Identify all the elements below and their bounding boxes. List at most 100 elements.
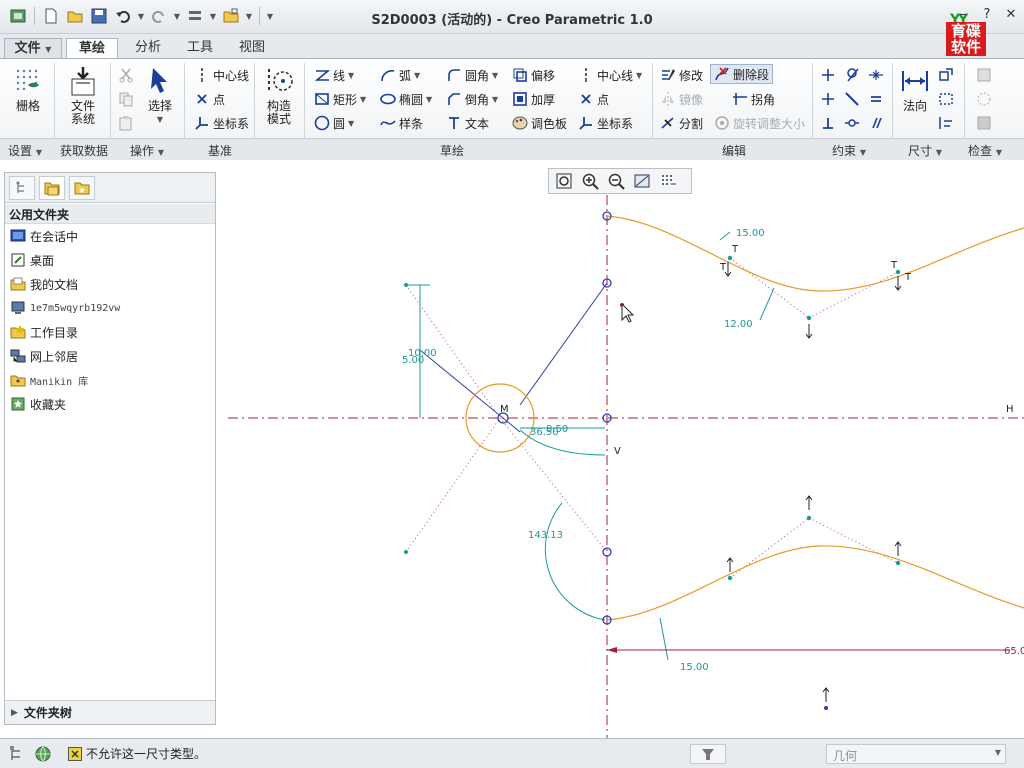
arc-icon — [381, 70, 395, 82]
delete-segment-button[interactable]: 删除段 — [710, 64, 774, 84]
perpendicular-constraint-button[interactable] — [820, 113, 836, 133]
text-button[interactable]: 文本 — [446, 113, 489, 133]
sketch-centerline-button[interactable]: 中心线 ▼ — [578, 65, 642, 85]
help-icon[interactable]: ? — [980, 8, 994, 22]
favorites-icon — [11, 397, 25, 411]
circle-button[interactable]: 圆 ▼ — [314, 113, 354, 133]
folder-working-directory[interactable]: 工作目录 — [10, 322, 78, 342]
mirror-button[interactable]: 镜像 — [660, 89, 703, 109]
palette-button[interactable]: 调色板 — [512, 113, 567, 133]
sketch-graphics[interactable]: 15.00 12.00 15.00 10.00 5.00 143.13 36.5… — [218, 160, 1024, 738]
browser-toggle-icon[interactable] — [34, 745, 52, 763]
tangent-constraint-button[interactable] — [844, 65, 860, 85]
overlap-check-button[interactable] — [976, 65, 992, 85]
thicken-button[interactable]: 加厚 — [512, 89, 555, 109]
sketch-coordsys-button[interactable]: 坐标系 — [578, 113, 633, 133]
shade-closed-loops-button[interactable] — [976, 113, 992, 133]
common-folders-header: 公用文件夹 — [5, 204, 215, 224]
cut-button[interactable] — [118, 65, 134, 85]
copy-button[interactable] — [118, 89, 134, 109]
baseline-dimension-button[interactable] — [938, 113, 954, 133]
file-system-button[interactable]: 文件 系统 — [62, 65, 104, 126]
ellipse-button[interactable]: 椭圆 ▼ — [380, 89, 432, 109]
sketch-canvas[interactable]: 15.00 12.00 15.00 10.00 5.00 143.13 36.5… — [218, 160, 1024, 738]
paste-icon — [119, 116, 132, 131]
folder-my-documents[interactable]: 我的文档 — [10, 274, 78, 294]
group-inspect[interactable]: 检查 ▼ — [968, 142, 1002, 159]
offset-button[interactable]: 偏移 — [512, 65, 555, 85]
fillet-button[interactable]: 圆角 ▼ — [446, 65, 498, 85]
construction-mode-button[interactable]: 构造 模式 — [260, 65, 298, 126]
group-sketching: 草绘 — [440, 144, 465, 158]
datum-point-button[interactable]: 点 — [194, 89, 225, 109]
sketch-point-button[interactable]: 点 — [578, 89, 609, 109]
zoom-out-button[interactable] — [605, 171, 627, 191]
sketch-view-button[interactable] — [631, 171, 653, 191]
group-setup[interactable]: 设置 ▼ — [8, 142, 42, 159]
tab-sketch[interactable]: 草绘 — [66, 38, 118, 58]
folder-browser-tab[interactable] — [39, 176, 65, 200]
graphics-toolbar — [548, 168, 692, 194]
datum-coordsys-button[interactable]: 坐标系 — [194, 113, 249, 133]
vertical-constraint-button[interactable] — [820, 65, 836, 85]
line-icon — [314, 70, 330, 81]
model-tree-tab[interactable] — [9, 176, 35, 200]
horizontal-constraint-button[interactable] — [820, 89, 836, 109]
line-button[interactable]: 线 ▼ — [314, 65, 354, 85]
rotate-resize-button[interactable]: 旋转调整大小 — [714, 113, 805, 133]
group-dimension[interactable]: 尺寸 ▼ — [908, 142, 942, 159]
tab-analysis[interactable]: 分析 — [124, 38, 172, 58]
zoom-in-button[interactable] — [579, 171, 601, 191]
folder-desktop[interactable]: 桌面 — [10, 250, 54, 270]
group-operations[interactable]: 操作 ▼ — [130, 142, 164, 159]
selection-filter-icon[interactable] — [690, 744, 726, 764]
sketcher-display-button[interactable] — [657, 171, 679, 191]
folder-tree-toggle[interactable]: ▶ 文件夹树 — [5, 700, 215, 724]
scissors-icon — [119, 68, 133, 83]
rectangle-button[interactable]: 矩形 ▼ — [314, 89, 366, 109]
folder-favorites[interactable]: 收藏夹 — [10, 394, 66, 414]
modify-button[interactable]: 修改 — [660, 65, 703, 85]
datum-centerline-button[interactable]: 中心线 — [194, 65, 249, 85]
arc-button[interactable]: 弧 ▼ — [380, 65, 420, 85]
folder-network[interactable]: 网上邻居 — [10, 346, 78, 366]
fillet-icon — [448, 69, 460, 81]
folder-manikin-library[interactable]: Manikin 库 — [10, 370, 88, 390]
highlight-open-ends-button[interactable] — [976, 89, 992, 109]
chamfer-button[interactable]: 倒角 ▼ — [446, 89, 498, 109]
close-icon[interactable]: ✕ — [1004, 8, 1018, 22]
folder-computer[interactable]: 1e7m5wqyrb192vw — [10, 298, 120, 318]
group-constrain[interactable]: 约束 ▼ — [832, 142, 866, 159]
tab-tools[interactable]: 工具 — [176, 38, 224, 58]
parallel-constraint-button[interactable] — [868, 113, 884, 133]
dim-8-5: 8.50 — [546, 424, 568, 435]
refit-button[interactable] — [553, 171, 575, 191]
dim-length-65[interactable]: 65.0 — [1004, 646, 1024, 657]
tab-view[interactable]: 视图 — [228, 38, 276, 58]
ribbon: 栅格 文件 系统 选择 ▼ 中心线 点 坐标系 构造 模式 线 ▼ 矩形 ▼ 圆 ▼ — [0, 58, 1024, 160]
normal-dimension-button[interactable]: 法向 — [898, 65, 932, 113]
minimize-icon[interactable]: – — [956, 8, 970, 22]
grid-button[interactable]: 栅格 — [10, 65, 46, 113]
reference-dimension-button[interactable] — [938, 89, 954, 109]
perimeter-dimension-button[interactable] — [938, 65, 954, 85]
symmetric-constraint-button[interactable] — [844, 113, 860, 133]
group-datum: 基准 — [208, 144, 233, 158]
dim-12: 12.00 — [724, 319, 753, 330]
navigator-toggle-icon[interactable] — [8, 745, 26, 763]
selection-filter-dropdown[interactable]: 几何 ▼ — [826, 744, 1006, 764]
corner-button[interactable]: 拐角 — [732, 89, 775, 109]
midpoint-constraint-button[interactable] — [868, 65, 884, 85]
spline-button[interactable]: 样条 — [380, 113, 423, 133]
tab-file[interactable]: 文件 ▼ — [4, 38, 62, 58]
sketch-lines[interactable] — [419, 282, 608, 433]
favorites-tab[interactable] — [69, 176, 95, 200]
coincident-constraint-button[interactable] — [844, 89, 860, 109]
divide-button[interactable]: 分割 — [660, 113, 703, 133]
folder-in-session[interactable]: 在会话中 — [10, 226, 78, 246]
equal-constraint-button[interactable] — [868, 89, 884, 109]
delete-segment-icon — [715, 67, 729, 81]
select-button[interactable]: 选择 ▼ — [142, 65, 178, 126]
dimension-labels[interactable]: 15.00 12.00 15.00 10.00 5.00 143.13 36.5… — [402, 228, 765, 673]
paste-button[interactable] — [118, 113, 134, 133]
